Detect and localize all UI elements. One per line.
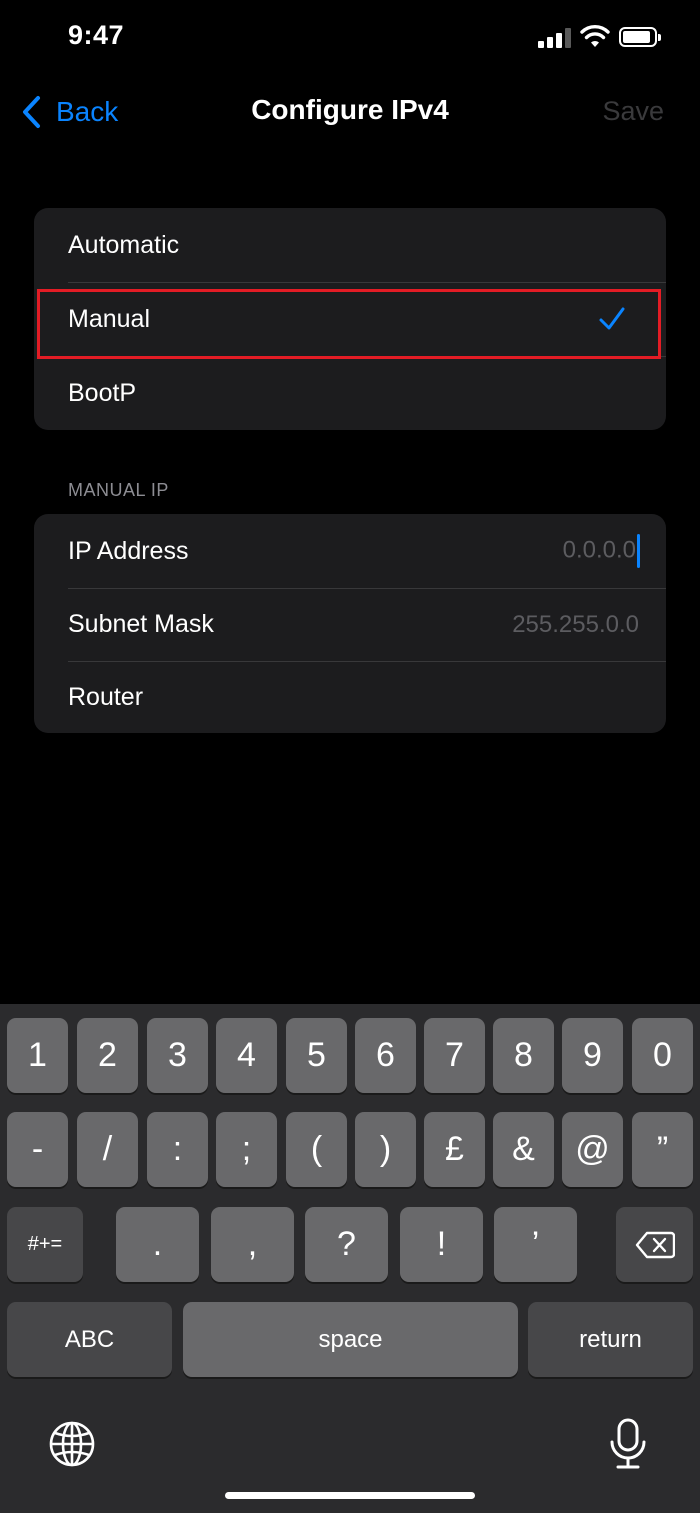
key-punct-1[interactable]: ,	[211, 1207, 294, 1282]
save-button[interactable]: Save	[602, 96, 664, 127]
mode-option-manual[interactable]: Manual	[34, 282, 666, 356]
field-label: IP Address	[68, 536, 189, 565]
section-header-manual-ip: MANUAL IP	[68, 480, 169, 500]
key-6[interactable]: 7	[424, 1018, 485, 1093]
key-symbol-1[interactable]: /	[77, 1112, 138, 1187]
delete-icon	[635, 1231, 675, 1258]
home-indicator	[225, 1492, 475, 1499]
key-symbol-2[interactable]: :	[147, 1112, 208, 1187]
key-symbol-6[interactable]: £	[424, 1112, 485, 1187]
key-symbol-5[interactable]: )	[355, 1112, 416, 1187]
key-symbol-0[interactable]: -	[7, 1112, 68, 1187]
key-5[interactable]: 6	[355, 1018, 416, 1093]
key-7[interactable]: 8	[493, 1018, 554, 1093]
placeholder: 0.0.0.0	[562, 536, 636, 564]
cellular-signal-icon	[538, 28, 572, 48]
key-9[interactable]: 0	[632, 1018, 693, 1093]
option-label: BootP	[68, 378, 137, 407]
manual-ip-list: IP Address 0.0.0.0 Subnet Mask 255.255.0…	[34, 514, 666, 733]
checkmark-icon	[599, 307, 625, 330]
key-symbol-9[interactable]: ”	[632, 1112, 693, 1187]
key-symbol-8[interactable]: @	[562, 1112, 623, 1187]
key-1[interactable]: 2	[77, 1018, 138, 1093]
space-key[interactable]: space	[183, 1302, 518, 1377]
status-time: 9:47	[68, 20, 125, 50]
wifi-icon	[580, 25, 610, 47]
key-symbol-4[interactable]: (	[286, 1112, 347, 1187]
key-punct-3[interactable]: !	[400, 1207, 483, 1282]
field-label: Subnet Mask	[68, 610, 214, 638]
key-symbol-7[interactable]: &	[493, 1112, 554, 1187]
router-field[interactable]: Router	[34, 661, 666, 733]
symbols-key[interactable]: #+=	[7, 1207, 83, 1282]
text-cursor	[637, 534, 640, 568]
page-title: Configure IPv4	[251, 94, 449, 125]
mode-option-automatic[interactable]: Automatic	[34, 208, 666, 282]
key-3[interactable]: 4	[216, 1018, 277, 1093]
key-2[interactable]: 3	[147, 1018, 208, 1093]
return-key[interactable]: return	[528, 1302, 693, 1377]
key-punct-0[interactable]: .	[116, 1207, 199, 1282]
delete-key[interactable]	[616, 1207, 693, 1282]
key-8[interactable]: 9	[562, 1018, 623, 1093]
globe-icon[interactable]	[48, 1420, 96, 1468]
key-4[interactable]: 5	[286, 1018, 347, 1093]
mode-option-bootp[interactable]: BootP	[34, 356, 666, 430]
microphone-icon[interactable]	[608, 1418, 648, 1470]
ip-address-input[interactable]: 0.0.0.0	[563, 534, 640, 568]
key-punct-2[interactable]: ?	[305, 1207, 388, 1282]
subnet-mask-field[interactable]: Subnet Mask 255.255.0.0	[34, 588, 666, 661]
key-0[interactable]: 1	[7, 1018, 68, 1093]
option-label: Manual	[68, 304, 150, 333]
key-symbol-3[interactable]: ;	[216, 1112, 277, 1187]
subnet-mask-input[interactable]: 255.255.0.0	[512, 611, 639, 639]
option-label: Automatic	[68, 230, 180, 259]
abc-key[interactable]: ABC	[7, 1302, 172, 1377]
ipv4-mode-list: Automatic Manual BootP	[34, 208, 666, 430]
field-label: Router	[68, 682, 144, 711]
ip-address-field[interactable]: IP Address 0.0.0.0	[34, 514, 666, 588]
battery-icon	[619, 27, 661, 47]
key-punct-4[interactable]: ’	[494, 1207, 577, 1282]
